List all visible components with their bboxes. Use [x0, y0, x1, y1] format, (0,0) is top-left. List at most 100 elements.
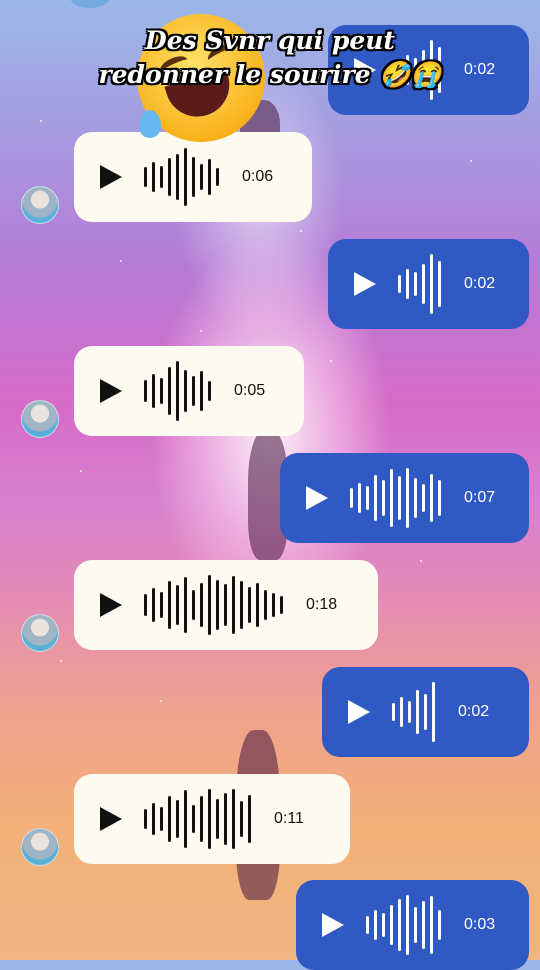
waveform-bar: [144, 809, 147, 829]
voice-duration: 0:06: [242, 168, 274, 185]
waveform-bar: [176, 154, 179, 200]
star: [120, 260, 122, 262]
waveform-icon: [350, 468, 446, 528]
waveform-bar: [366, 486, 369, 510]
waveform-bar: [430, 474, 433, 522]
waveform-bar: [256, 583, 259, 627]
star: [330, 360, 332, 362]
waveform-bar: [248, 587, 251, 623]
voice-message-sent[interactable]: 0:02: [328, 239, 529, 329]
waveform-bar: [382, 480, 385, 516]
waveform-bar: [240, 801, 243, 837]
voice-message-received[interactable]: 0:05: [74, 346, 304, 436]
waveform-bar: [160, 592, 163, 618]
waveform-bar: [200, 796, 203, 842]
waveform-bar: [398, 899, 401, 951]
waveform-bar: [144, 380, 147, 402]
waveform-bar: [200, 583, 203, 627]
waveform-bar: [424, 694, 427, 730]
waveform-bar: [438, 910, 441, 940]
play-icon[interactable]: [100, 379, 122, 403]
waveform-bar: [216, 799, 219, 839]
waveform-bar: [416, 690, 419, 734]
caption-line-1: Des Svnr qui peut: [145, 26, 395, 55]
waveform-bar: [422, 264, 425, 304]
waveform-bar: [168, 581, 171, 629]
waveform-bar: [422, 901, 425, 949]
star: [40, 120, 42, 122]
waveform-icon: [392, 682, 440, 742]
waveform-bar: [192, 157, 195, 197]
waveform-bar: [366, 916, 369, 934]
waveform-bar: [192, 590, 195, 620]
star: [80, 470, 82, 472]
voice-duration: 0:02: [464, 275, 496, 292]
caption-line-2: redonner le sourire 🤣😭: [98, 60, 442, 89]
waveform-bar: [264, 590, 267, 620]
waveform-bar: [232, 789, 235, 849]
waveform-bar: [160, 807, 163, 831]
waveform-bar: [438, 480, 441, 516]
waveform-bar: [144, 594, 147, 616]
play-icon[interactable]: [100, 807, 122, 831]
voice-duration: 0:03: [464, 916, 496, 933]
waveform-bar: [168, 367, 171, 415]
voice-duration: 0:02: [458, 703, 490, 720]
waveform-bar: [208, 789, 211, 849]
play-icon[interactable]: [348, 700, 370, 724]
voice-message-sent[interactable]: 0:02: [322, 667, 529, 757]
voice-message-received[interactable]: 0:11: [74, 774, 350, 864]
waveform-icon: [144, 789, 256, 849]
waveform-bar: [414, 478, 417, 518]
waveform-bar: [200, 371, 203, 411]
waveform-bar: [398, 476, 401, 520]
avatar[interactable]: [21, 400, 59, 438]
voice-message-received[interactable]: 0:18: [74, 560, 378, 650]
waveform-bar: [176, 800, 179, 838]
waveform-bar: [208, 381, 211, 401]
waveform-bar: [152, 588, 155, 622]
voice-duration: 0:05: [234, 382, 266, 399]
waveform-bar: [184, 790, 187, 848]
play-icon[interactable]: [354, 272, 376, 296]
waveform-bar: [160, 166, 163, 188]
waveform-bar: [414, 272, 417, 296]
video-caption: Des Svnr qui peut redonner le sourire 🤣😭: [60, 24, 480, 92]
waveform-bar: [232, 576, 235, 634]
waveform-bar: [392, 703, 395, 721]
voice-duration: 0:11: [274, 810, 304, 827]
avatar[interactable]: [21, 186, 59, 224]
waveform-bar: [358, 483, 361, 513]
waveform-icon: [366, 895, 446, 955]
play-icon[interactable]: [306, 486, 328, 510]
waveform-bar: [414, 907, 417, 943]
top-avatar-fragment: [70, 0, 110, 8]
voice-message-sent[interactable]: 0:03: [296, 880, 529, 970]
voice-duration: 0:18: [306, 596, 338, 613]
waveform-bar: [272, 593, 275, 617]
waveform-bar: [224, 584, 227, 626]
waveform-bar: [406, 895, 409, 955]
waveform-bar: [152, 374, 155, 408]
play-icon[interactable]: [322, 913, 344, 937]
waveform-bar: [184, 577, 187, 633]
star: [160, 700, 162, 702]
waveform-bar: [176, 361, 179, 421]
star: [60, 660, 62, 662]
waveform-bar: [176, 585, 179, 625]
play-icon[interactable]: [100, 165, 122, 189]
play-icon[interactable]: [100, 593, 122, 617]
waveform-bar: [382, 913, 385, 937]
waveform-bar: [168, 158, 171, 196]
waveform-bar: [350, 488, 353, 508]
waveform-bar: [168, 796, 171, 842]
voice-message-sent[interactable]: 0:07: [280, 453, 529, 543]
waveform-bar: [152, 803, 155, 835]
avatar[interactable]: [21, 828, 59, 866]
voice-message-received[interactable]: 0:06: [74, 132, 312, 222]
star: [200, 330, 202, 332]
waveform-bar: [208, 159, 211, 195]
waveform-bar: [430, 254, 433, 314]
avatar[interactable]: [21, 614, 59, 652]
waveform-bar: [216, 168, 219, 186]
